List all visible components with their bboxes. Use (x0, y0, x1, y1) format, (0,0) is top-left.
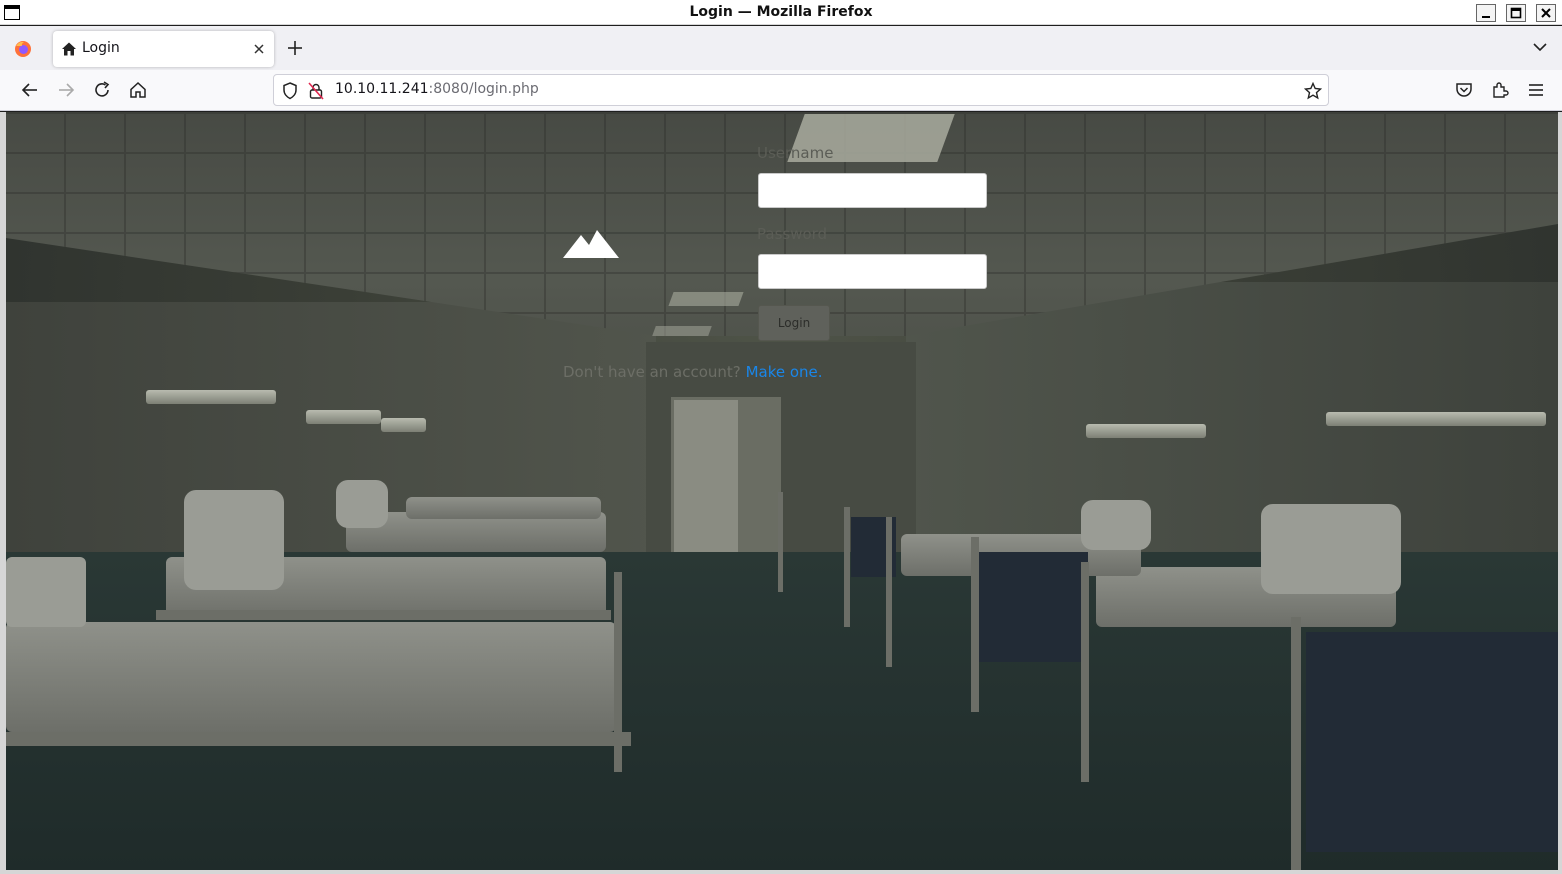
password-label: Password (757, 225, 828, 243)
tab-title: Login (82, 40, 120, 56)
navigation-toolbar: 10.10.11.241:8080/login.php (0, 70, 1562, 111)
new-tab-icon[interactable] (286, 39, 304, 57)
home-button-icon[interactable] (128, 80, 148, 100)
url-text[interactable]: 10.10.11.241:8080/login.php (335, 81, 539, 97)
firefox-view-icon[interactable] (12, 38, 34, 60)
back-icon[interactable] (20, 80, 40, 100)
tab-login[interactable]: Login (53, 31, 274, 67)
url-host: 10.10.11.241 (335, 81, 429, 97)
address-bar[interactable]: 10.10.11.241:8080/login.php (273, 74, 1329, 106)
menu-hamburger-icon[interactable] (1526, 80, 1546, 100)
reload-icon[interactable] (92, 80, 112, 100)
signup-prompt: Don't have an account? Make one. (563, 363, 823, 381)
make-account-link[interactable]: Make one. (746, 363, 823, 381)
list-all-tabs-icon[interactable] (1531, 40, 1549, 54)
home-icon (62, 42, 76, 56)
bookmark-star-icon[interactable] (1304, 82, 1322, 100)
maximize-button[interactable] (1506, 4, 1526, 22)
username-input[interactable] (758, 173, 987, 208)
login-form: Username Password Login Don't have an ac… (6, 112, 1558, 870)
window-border-left (0, 112, 6, 874)
minimize-button[interactable] (1476, 4, 1496, 22)
window-titlebar: Login — Mozilla Firefox (0, 0, 1562, 25)
close-window-button[interactable] (1536, 4, 1556, 22)
window-border-right (1558, 112, 1562, 874)
url-path: :8080/login.php (428, 81, 539, 97)
pocket-icon[interactable] (1454, 80, 1474, 100)
extensions-icon[interactable] (1490, 80, 1510, 100)
close-tab-icon[interactable] (251, 41, 267, 57)
page-viewport: Username Password Login Don't have an ac… (6, 112, 1558, 870)
forward-icon[interactable] (56, 80, 76, 100)
password-input[interactable] (758, 254, 987, 289)
tracking-protection-icon[interactable] (282, 82, 298, 100)
tab-strip: Login (0, 26, 1562, 70)
login-button[interactable]: Login (758, 305, 830, 341)
mountain-logo-icon (563, 230, 619, 258)
window-title: Login — Mozilla Firefox (689, 4, 873, 20)
signup-text: Don't have an account? (563, 363, 741, 381)
username-label: Username (757, 144, 834, 162)
window-border-bottom (0, 870, 1562, 874)
insecure-lock-icon[interactable] (308, 82, 324, 100)
